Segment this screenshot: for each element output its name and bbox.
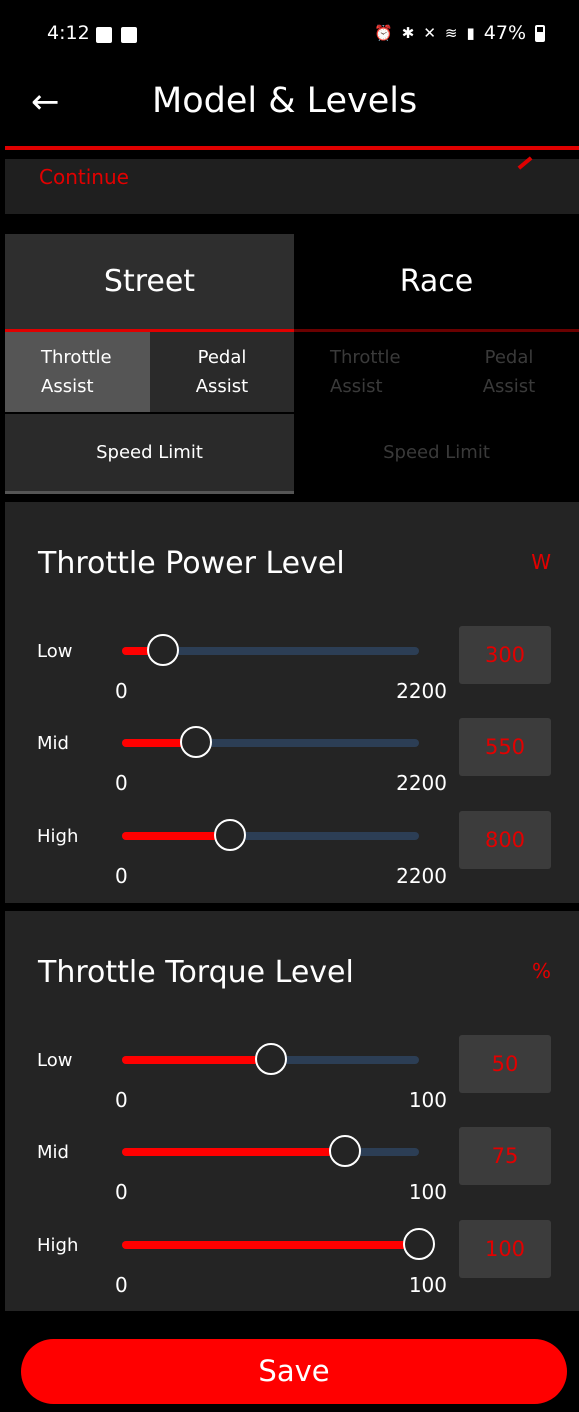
- tab-race-speed-limit[interactable]: Speed Limit: [294, 414, 579, 492]
- torque-mid-value[interactable]: 75: [459, 1127, 551, 1185]
- torque-high-value[interactable]: 100: [459, 1220, 551, 1278]
- gallery-icon: [96, 27, 112, 43]
- slider-thumb[interactable]: [214, 819, 246, 851]
- slider-label: High: [37, 1235, 79, 1256]
- tab-label-line2: Assist: [41, 376, 94, 397]
- power-high-value[interactable]: 800: [459, 811, 551, 869]
- power-high-slider[interactable]: [122, 819, 419, 851]
- tab-street-pedal-assist[interactable]: Pedal Assist: [150, 332, 294, 412]
- wifi-icon: ≋: [444, 24, 458, 42]
- status-bar: 4:12 ⏰ ✱ ✕ ≋ ▮ 47%: [5, 0, 579, 66]
- throttle-power-card: Throttle Power Level W Low 0 2200 300 Mi…: [5, 502, 579, 903]
- slider-fill: [122, 1056, 271, 1064]
- torque-low-slider[interactable]: [122, 1043, 419, 1075]
- app-header: ← Model & Levels: [5, 66, 579, 148]
- slider-label: Low: [37, 1050, 73, 1071]
- torque-low-value[interactable]: 50: [459, 1035, 551, 1093]
- tab-label-line1: Throttle: [330, 347, 401, 368]
- card-title: Throttle Power Level: [38, 546, 345, 581]
- slider-min: 0: [115, 1088, 128, 1112]
- back-arrow-icon[interactable]: ←: [31, 82, 60, 122]
- tab-street-throttle-assist[interactable]: Throttle Assist: [5, 332, 150, 412]
- slider-max: 100: [408, 1180, 447, 1204]
- tab-label-line1: Throttle: [41, 347, 112, 368]
- slider-max: 100: [408, 1088, 447, 1112]
- tab-race-pedal-assist[interactable]: Pedal Assist: [439, 332, 579, 412]
- power-mid-slider[interactable]: [122, 726, 419, 758]
- torque-mid-slider[interactable]: [122, 1135, 419, 1167]
- alarm-icon: ⏰: [374, 24, 393, 42]
- slider-min: 0: [115, 1273, 128, 1297]
- power-high-row: High 0 2200 800: [5, 811, 579, 903]
- slider-min: 0: [115, 771, 128, 795]
- status-time: 4:12: [47, 22, 90, 44]
- header-divider: [5, 146, 579, 150]
- tab-label-line1: Pedal: [484, 347, 534, 368]
- assist-tabs: Throttle Assist Pedal Assist Throttle As…: [5, 332, 579, 412]
- torque-high-row: High 0 100 100: [5, 1220, 579, 1312]
- tab-label-line1: Pedal: [197, 347, 247, 368]
- tab-street-speed-limit[interactable]: Speed Limit: [5, 414, 294, 492]
- save-bar: Save: [5, 1312, 579, 1412]
- slider-thumb[interactable]: [146, 634, 179, 666]
- card-unit: %: [531, 959, 551, 983]
- tab-race-throttle-assist[interactable]: Throttle Assist: [294, 332, 439, 412]
- tab-race[interactable]: Race: [294, 234, 579, 330]
- power-mid-value[interactable]: 550: [459, 718, 551, 776]
- slider-label: Mid: [37, 1142, 69, 1163]
- app-screen: 4:12 ⏰ ✱ ✕ ≋ ▮ 47% ← Model & Levels Cont…: [5, 0, 579, 1412]
- tab-street[interactable]: Street: [5, 234, 294, 330]
- page-title: Model & Levels: [152, 81, 418, 121]
- save-button[interactable]: Save: [21, 1339, 567, 1404]
- speed-limit-tabs: Speed Limit Speed Limit: [5, 414, 579, 492]
- torque-mid-row: Mid 0 100 75: [5, 1127, 579, 1219]
- checkbox-notification-icon: [121, 27, 137, 43]
- slider-fill: [122, 1241, 419, 1249]
- battery-percent: 47%: [483, 22, 526, 44]
- slider-label: Low: [37, 641, 73, 662]
- tab-label-line2: Assist: [195, 376, 249, 397]
- slider-max: 2200: [396, 864, 447, 888]
- slider-thumb[interactable]: [403, 1228, 435, 1260]
- mute-icon: ✕: [423, 24, 436, 42]
- throttle-torque-card: Throttle Torque Level % Low 0 100 50 Mid…: [5, 911, 579, 1311]
- slider-max: 100: [408, 1273, 447, 1297]
- battery-icon: [535, 24, 545, 42]
- slider-fill: [122, 1148, 345, 1156]
- tab-label-line2: Assist: [330, 376, 383, 397]
- continue-bar: Continue: [5, 156, 579, 214]
- torque-high-slider[interactable]: [122, 1228, 435, 1260]
- slider-max: 2200: [396, 771, 447, 795]
- speed-tab-underline: [5, 491, 294, 494]
- continue-link[interactable]: Continue: [39, 165, 129, 189]
- slider-label: Mid: [37, 733, 69, 754]
- slider-thumb[interactable]: [254, 1043, 287, 1075]
- power-mid-row: Mid 0 2200 550: [5, 718, 579, 810]
- slider-max: 2200: [396, 679, 447, 703]
- signal-icon: ▮: [466, 24, 475, 42]
- bluetooth-icon: ✱: [401, 24, 415, 42]
- slider-min: 0: [115, 1180, 128, 1204]
- edit-pencil-icon[interactable]: [517, 156, 533, 170]
- mode-tabs: Street Race: [5, 234, 579, 332]
- slider-label: High: [37, 826, 79, 847]
- power-low-value[interactable]: 300: [459, 626, 551, 684]
- slider-min: 0: [115, 679, 128, 703]
- slider-min: 0: [115, 864, 128, 888]
- status-icons: ⏰ ✱ ✕ ≋ ▮ 47%: [374, 22, 545, 44]
- torque-low-row: Low 0 100 50: [5, 1035, 579, 1127]
- power-low-slider[interactable]: [122, 634, 419, 666]
- card-unit: W: [531, 550, 551, 574]
- slider-thumb[interactable]: [180, 726, 213, 758]
- slider-thumb[interactable]: [328, 1135, 361, 1167]
- tab-label-line2: Assist: [482, 376, 536, 397]
- card-title: Throttle Torque Level: [38, 955, 354, 990]
- power-low-row: Low 0 2200 300: [5, 626, 579, 718]
